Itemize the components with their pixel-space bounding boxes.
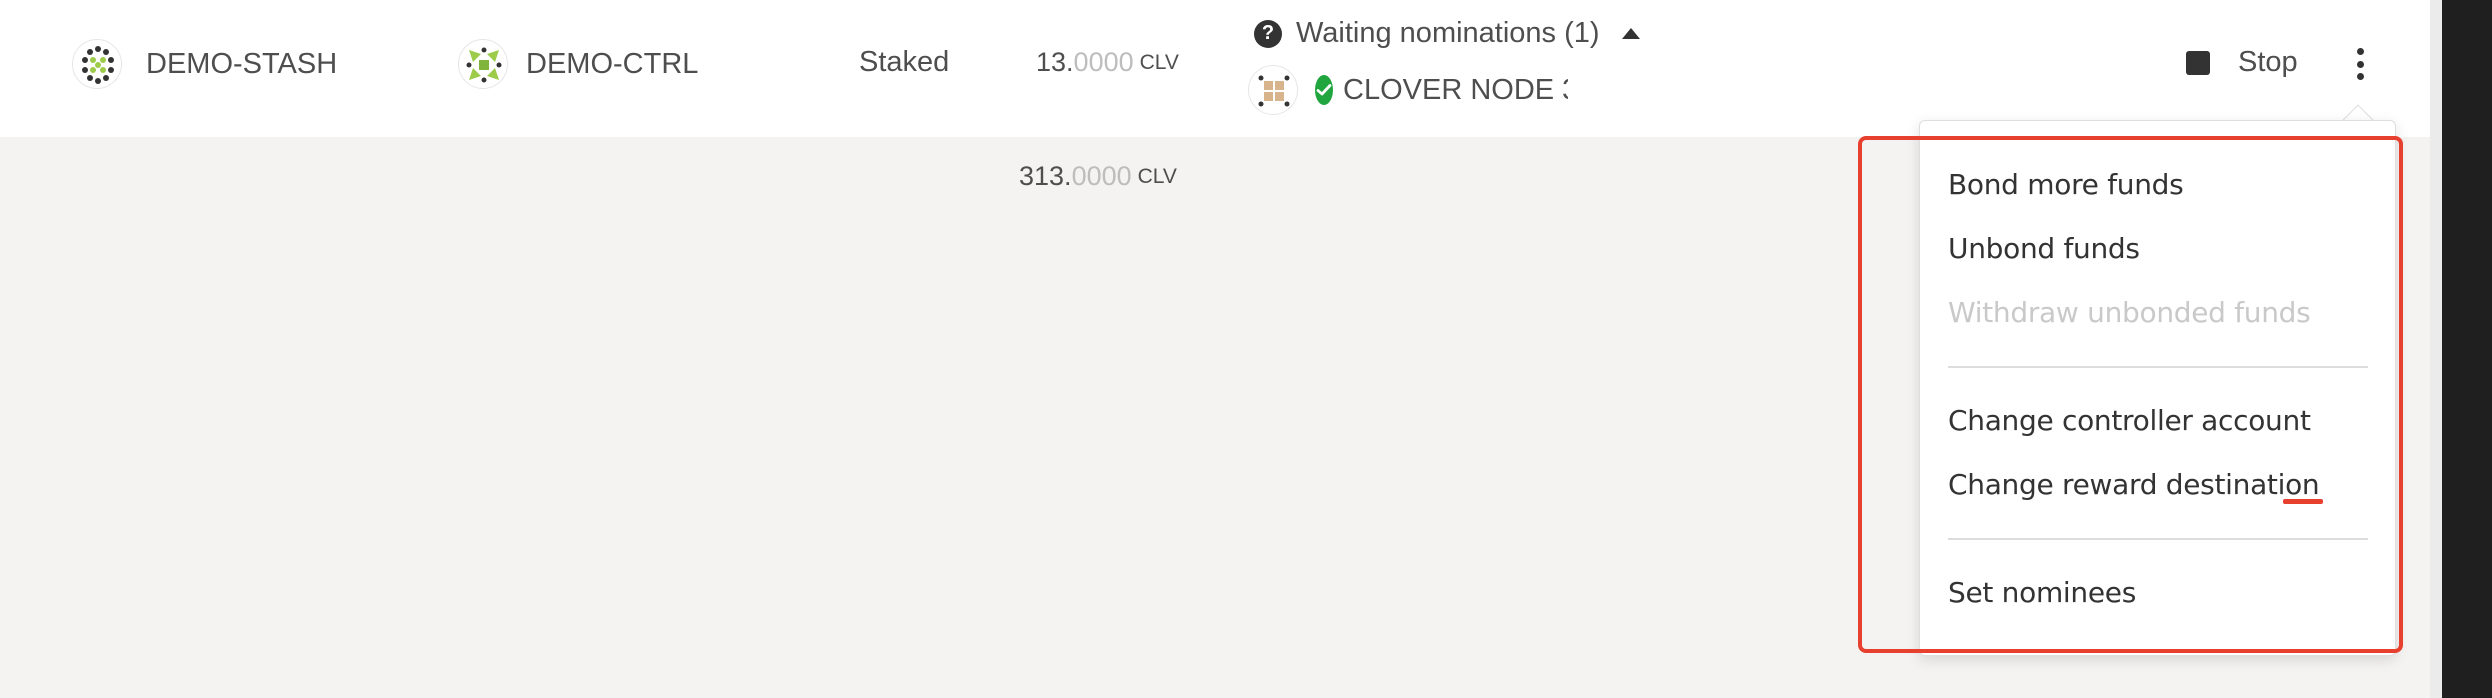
bonded-unit: CLV bbox=[1139, 50, 1179, 74]
bonded-dec: 0000 bbox=[1073, 47, 1134, 77]
stop-label: Stop bbox=[2238, 46, 2298, 78]
identicon-icon bbox=[1248, 65, 1298, 115]
stop-square-icon bbox=[2186, 50, 2210, 75]
controller-account[interactable]: DEMO-CTRL bbox=[458, 39, 698, 89]
stash-name: DEMO-STASH bbox=[146, 47, 338, 80]
stop-button[interactable]: Stop bbox=[2186, 46, 2298, 79]
nominee-name: CLOVER NODE 3 bbox=[1343, 73, 1568, 106]
annotation-mark bbox=[2283, 499, 2323, 504]
kebab-menu-icon[interactable] bbox=[2348, 48, 2372, 80]
nominations-toggle[interactable]: ? Waiting nominations (1) bbox=[1254, 17, 1640, 50]
highlight-box bbox=[1858, 136, 2403, 653]
nominations-label: Waiting nominations (1) bbox=[1296, 17, 1600, 49]
total-dec: 0000 bbox=[1071, 161, 1132, 191]
bonded-int: 13. bbox=[1036, 47, 1074, 77]
total-int: 313. bbox=[1019, 161, 1072, 191]
question-icon[interactable]: ? bbox=[1254, 19, 1282, 48]
total-amount: 313. 0000 CLV bbox=[1019, 161, 1177, 192]
status-label: Staked bbox=[859, 46, 950, 78]
bonded-amount: 13. 0000 CLV bbox=[1036, 47, 1179, 78]
controller-name: DEMO-CTRL bbox=[526, 47, 699, 80]
total-unit: CLV bbox=[1137, 164, 1177, 188]
check-icon bbox=[1315, 75, 1333, 105]
staking-row bbox=[0, 0, 2430, 137]
stash-account[interactable]: DEMO-STASH bbox=[72, 39, 337, 89]
identicon-icon bbox=[72, 39, 122, 89]
caret-up-icon[interactable] bbox=[1621, 28, 1640, 39]
nominee-item: CLOVER NODE 3 bbox=[1248, 65, 1568, 115]
window-edge bbox=[2430, 0, 2492, 698]
identicon-icon bbox=[458, 39, 508, 89]
